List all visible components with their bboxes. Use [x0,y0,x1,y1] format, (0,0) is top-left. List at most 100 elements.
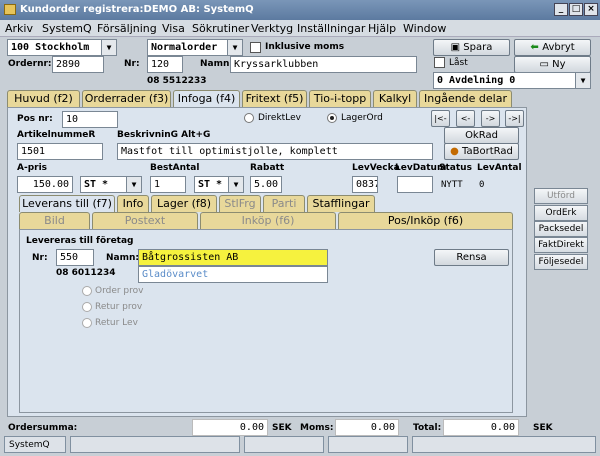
apris-field[interactable]: 150.00 [17,176,73,193]
status-label: Status [439,163,472,173]
avdelning-combo[interactable]: 0 Avdelning 0 ▼ [433,72,591,89]
tab-fritext[interactable]: Fritext (f5) [242,90,307,107]
subtab-bild: Bild [19,212,90,229]
inkl-moms-label: Inklusive moms [265,42,345,52]
customer-nr-field[interactable]: 120 [147,56,183,73]
levvecka-label: LevVecka [352,163,400,173]
lagerord-radio[interactable] [327,113,337,123]
status-systemq: SystemQ [4,436,66,453]
menu-hjalp[interactable]: Hjälp [368,22,396,35]
lev-phone: 08 6011234 [56,268,116,278]
tab-orderrader[interactable]: Orderrader (f3) [82,90,171,107]
foljesedel-button[interactable]: Följesedel [534,254,588,270]
close-button[interactable]: × [584,3,598,16]
subtab-stafflingar[interactable]: Stafflingar [307,195,375,212]
chevron-down-icon: ▼ [575,73,590,88]
subtab-leverans[interactable]: Leverans till (f7) [19,195,115,212]
retur-prov-radio [82,302,92,312]
tab-infoga[interactable]: Infoga (f4) [173,90,240,107]
menu-forsaljning[interactable]: Försäljning [97,22,157,35]
total-field: 0.00 [443,419,519,436]
nav-prev-button[interactable]: <- [456,110,475,127]
minimize-button[interactable]: _ [554,3,568,16]
lagerord-label: LagerOrd [341,113,383,123]
menu-systemq[interactable]: SystemQ [42,22,92,35]
avbryt-label: Avbryt [542,42,575,53]
utford-button: Utförd [534,188,588,204]
avbryt-button[interactable]: ⬅ Avbryt [514,39,591,56]
lev-namn2-field[interactable]: Gladövarvet [138,266,328,283]
pot-icon: ● [450,146,463,157]
orderk-button[interactable]: OrdErk [534,205,588,221]
tabortrad-label: TaBortRad [462,146,513,157]
nav-last-button[interactable]: ->| [505,110,524,127]
status-segment-4 [328,436,408,453]
ordernr-field[interactable]: 2890 [52,56,104,73]
lev-nr-field[interactable]: 550 [56,249,94,266]
posnr-field[interactable]: 10 [62,111,118,128]
order-type-combo[interactable]: Normalorder ▼ [147,39,243,56]
lev-namn-field[interactable]: Båtgrossisten AB [138,249,328,266]
nav-next-button[interactable]: -> [481,110,500,127]
chevron-down-icon: ▼ [101,40,116,55]
subtab-parti: Parti [263,195,305,212]
save-icon: ▣ [450,42,464,53]
subtab-pos-inkop[interactable]: Pos/Inköp (f6) [338,212,513,229]
apris-label: A-pris [17,163,48,173]
unit-combo-1[interactable]: ST * ▼ [80,176,142,193]
levdatum-field[interactable] [397,176,433,193]
nav-first-button[interactable]: |<- [431,110,450,127]
subtab-stlfrg: StlFrg [219,195,261,212]
menu-arkiv[interactable]: Arkiv [5,22,33,35]
last-label: Låst [449,58,468,68]
status-segment-5 [412,436,596,453]
restore-button[interactable]: □ [569,3,583,16]
direktlev-radio[interactable] [244,113,254,123]
inkl-moms-checkbox[interactable] [250,42,261,53]
chevron-down-icon: ▼ [227,40,242,55]
okrad-button[interactable]: OkRad [444,127,519,144]
spara-button[interactable]: ▣ Spara [433,39,510,56]
rensa-button[interactable]: Rensa [434,249,509,266]
tab-ingaende-delar[interactable]: Ingående delar [419,90,512,107]
levvecka-field[interactable]: 0837 [352,176,378,193]
beskrivning-field[interactable]: Mastfot till optimistjolle, komplett [117,143,433,160]
subtab-info[interactable]: Info [117,195,149,212]
status-segment-2 [70,436,240,453]
bestantal-field[interactable]: 1 [150,176,186,193]
packsedel-button[interactable]: Packsedel [534,221,588,237]
retur-lev-label: Retur Lev [95,318,138,328]
menu-installningar[interactable]: Inställningar [297,22,365,35]
namn-label: Namn: [200,59,233,69]
ordersumma-label: Ordersumma: [8,423,78,433]
faktdirekt-button[interactable]: FaktDirekt [534,237,588,253]
tab-tio-i-topp[interactable]: Tio-i-topp [309,90,371,107]
unit-combo-2[interactable]: ST * ▼ [194,176,244,193]
subtab-lager[interactable]: Lager (f8) [151,195,217,212]
moms-field: 0.00 [335,419,399,436]
posnr-label: Pos nr: [17,114,53,124]
tab-kalkyl[interactable]: Kalkyl [373,90,417,107]
bestantal-label: BestAntal [150,163,200,173]
menu-window[interactable]: Window [403,22,446,35]
moms-label: Moms: [300,423,334,433]
sek-label-2: SEK [533,423,553,433]
tab-huvud[interactable]: Huvud (f2) [7,90,80,107]
customer-name-field[interactable]: Kryssarklubben [230,56,417,73]
rabatt-field[interactable]: 5.00 [250,176,282,193]
ordernr-label: Ordernr: [8,59,52,69]
lev-nr-label: Nr: [32,253,48,263]
artikel-field[interactable]: 1501 [17,143,103,160]
menu-visa[interactable]: Visa [162,22,185,35]
ny-label: Ny [552,59,566,70]
customer-combo[interactable]: 100 Stockholm ▼ [7,39,117,56]
menu-sokrutiner[interactable]: Sökrutiner [192,22,249,35]
ny-button[interactable]: ▭ Ny [514,56,591,73]
menu-verktyg[interactable]: Verktyg [251,22,293,35]
tabortrad-button[interactable]: ● TaBortRad [444,143,519,160]
subtab-inkop: Inköp (f6) [200,212,336,229]
last-checkbox[interactable] [434,57,445,68]
unit-1-value: ST * [84,179,109,190]
arrow-left-icon: ⬅ [530,42,543,53]
new-document-icon: ▭ [539,59,553,70]
